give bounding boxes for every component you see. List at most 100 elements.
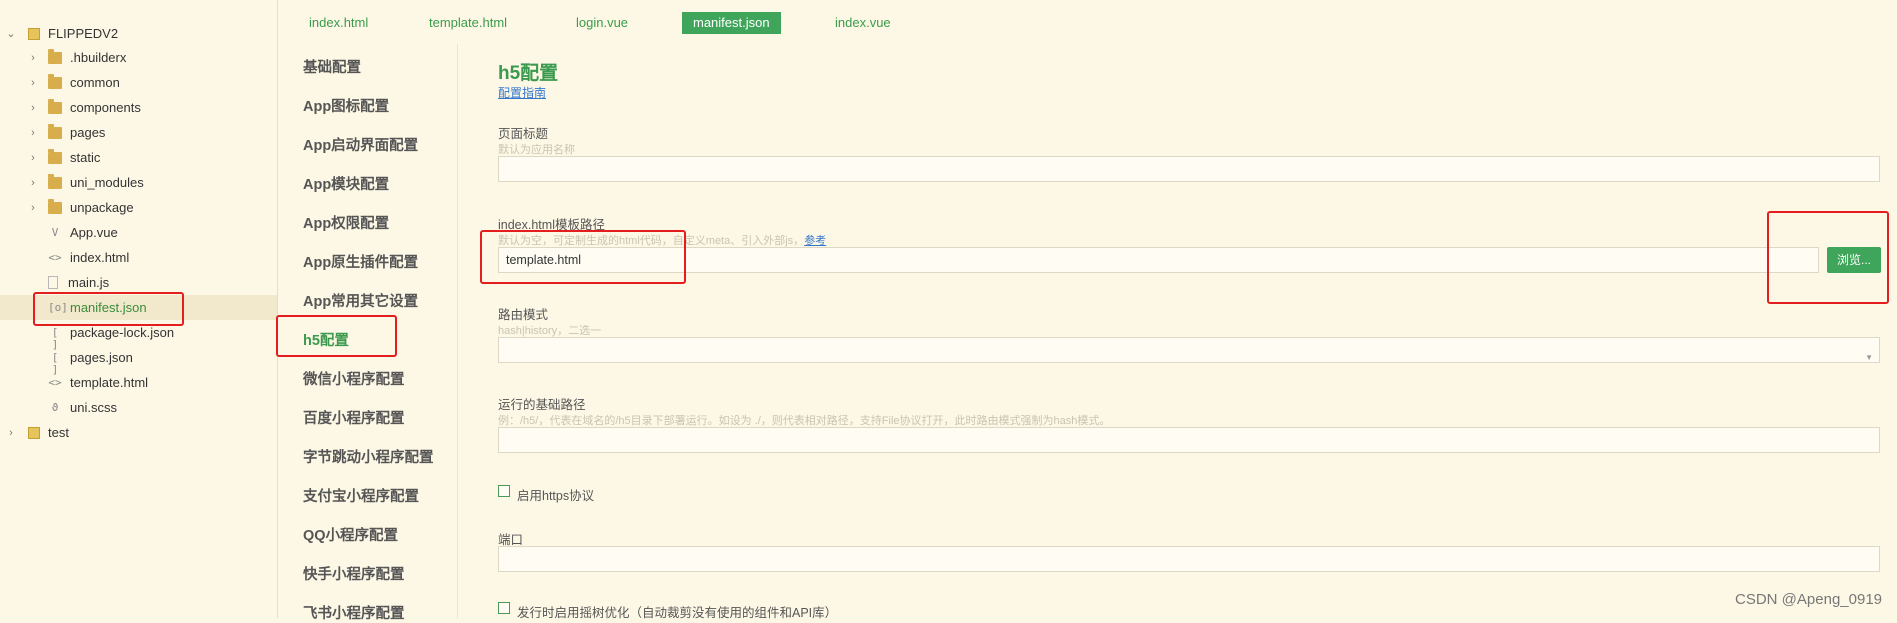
tree-item-label: unpackage bbox=[70, 200, 134, 215]
editor-tabbar: index.html template.html login.vue manif… bbox=[278, 0, 1897, 44]
chevron-right-icon[interactable]: › bbox=[26, 152, 40, 164]
tree-item-label: uni_modules bbox=[70, 175, 144, 190]
html-file-icon: <> bbox=[48, 375, 62, 389]
tree-project-label: test bbox=[48, 425, 69, 440]
tree-project-root[interactable]: ⌄ FLIPPEDV2 bbox=[0, 21, 277, 46]
chevron-down-icon[interactable]: ⌄ bbox=[4, 27, 18, 40]
tree-item-label: static bbox=[70, 150, 101, 165]
tree-shaking-checkbox-label: 发行时启用摇树优化（自动裁剪没有使用的组件和API库） bbox=[517, 606, 838, 620]
chevron-right-icon[interactable]: › bbox=[26, 52, 40, 64]
folder-icon bbox=[48, 48, 62, 64]
tree-item[interactable]: ϑ uni.scss bbox=[0, 395, 277, 420]
tree-project-label: FLIPPEDV2 bbox=[48, 26, 119, 41]
tree-item-label: components bbox=[70, 100, 141, 115]
base-path-input[interactable] bbox=[498, 427, 1880, 453]
tree-item[interactable]: › common bbox=[0, 70, 277, 95]
folder-icon bbox=[48, 73, 62, 89]
https-checkbox[interactable] bbox=[498, 485, 510, 497]
router-mode-hint: hash|history，二选一 bbox=[498, 325, 602, 337]
chevron-right-icon[interactable]: › bbox=[26, 202, 40, 214]
folder-icon bbox=[48, 123, 62, 139]
vue-file-icon: V bbox=[51, 225, 59, 239]
tree-item[interactable]: <> index.html bbox=[0, 245, 277, 270]
template-path-reference-link[interactable]: 参考 bbox=[804, 235, 826, 247]
chevron-right-icon[interactable]: › bbox=[26, 77, 40, 89]
nav-app-permission-config[interactable]: App权限配置 bbox=[303, 212, 389, 233]
tree-shaking-checkbox[interactable] bbox=[498, 602, 510, 614]
tree-item-label: template.html bbox=[70, 375, 149, 390]
folder-icon bbox=[48, 198, 62, 214]
nav-app-other-settings[interactable]: App常用其它设置 bbox=[303, 290, 418, 311]
template-path-input[interactable]: template.html bbox=[498, 247, 1819, 273]
json-file-icon: [ ] bbox=[51, 325, 59, 351]
tree-item[interactable]: › .hbuilderx bbox=[0, 45, 277, 70]
tree-item-label: package-lock.json bbox=[70, 325, 175, 340]
project-icon bbox=[28, 27, 40, 40]
nav-kuaishou-config[interactable]: 快手小程序配置 bbox=[303, 563, 405, 584]
tree-item[interactable]: V App.vue bbox=[0, 220, 277, 245]
tree-item-label: pages bbox=[70, 125, 106, 140]
port-input[interactable] bbox=[498, 546, 1880, 572]
tree-item[interactable]: <> template.html bbox=[0, 370, 277, 395]
tree-item-label: App.vue bbox=[70, 225, 118, 240]
nav-app-module-config[interactable]: App模块配置 bbox=[303, 173, 389, 194]
tree-item[interactable]: [ ] pages.json bbox=[0, 345, 277, 376]
nav-basic-config[interactable]: 基础配置 bbox=[303, 56, 361, 77]
chevron-right-icon[interactable]: › bbox=[26, 102, 40, 114]
tree-item-label: index.html bbox=[70, 250, 130, 265]
page-title-label: 页面标题 bbox=[498, 127, 549, 141]
chevron-down-icon: ▼ bbox=[1865, 353, 1873, 362]
tree-item-label: pages.json bbox=[70, 350, 133, 365]
project-icon bbox=[28, 426, 40, 439]
nav-alipay-config[interactable]: 支付宝小程序配置 bbox=[303, 485, 419, 506]
tab-manifest-json[interactable]: manifest.json bbox=[682, 12, 781, 34]
folder-icon bbox=[48, 98, 62, 114]
scss-file-icon: ϑ bbox=[51, 400, 59, 414]
page-title: h5配置 bbox=[498, 63, 559, 84]
page-title-input[interactable] bbox=[498, 156, 1880, 182]
tree-item-label: .hbuilderx bbox=[70, 50, 127, 65]
json-file-icon: [ ] bbox=[51, 350, 59, 376]
chevron-right-icon[interactable]: › bbox=[26, 177, 40, 189]
nav-baidu-config[interactable]: 百度小程序配置 bbox=[303, 407, 405, 428]
https-checkbox-label: 启用https协议 bbox=[517, 489, 595, 503]
html-file-icon: <> bbox=[48, 250, 62, 264]
base-path-label: 运行的基础路径 bbox=[498, 398, 586, 412]
router-mode-select[interactable]: ▼ bbox=[498, 337, 1880, 363]
js-file-icon bbox=[48, 276, 58, 289]
folder-icon bbox=[48, 148, 62, 164]
page-title-hint: 默认为应用名称 bbox=[498, 144, 575, 156]
tree-item[interactable]: › components bbox=[0, 95, 277, 120]
tab-index-html[interactable]: index.html bbox=[298, 12, 379, 34]
nav-toutiao-config[interactable]: 字节跳动小程序配置 bbox=[303, 446, 434, 467]
tab-template-html[interactable]: template.html bbox=[418, 12, 518, 34]
tree-item[interactable]: › static bbox=[0, 145, 277, 170]
tree-item-label: common bbox=[70, 75, 120, 90]
highlight-box-browse bbox=[1767, 211, 1889, 304]
tree-item[interactable]: › unpackage bbox=[0, 195, 277, 220]
highlight-box-h5-nav bbox=[276, 315, 397, 357]
highlight-box-template-path bbox=[480, 230, 686, 284]
tree-item-label: uni.scss bbox=[70, 400, 117, 415]
folder-icon bbox=[48, 173, 62, 189]
nav-app-native-plugin-config[interactable]: App原生插件配置 bbox=[303, 251, 418, 272]
tree-item-label: main.js bbox=[68, 275, 110, 290]
chevron-right-icon[interactable]: › bbox=[26, 127, 40, 139]
h5-config-panel: h5配置 配置指南 页面标题 默认为应用名称 index.html模板路径 默认… bbox=[458, 44, 1897, 620]
nav-feishu-config[interactable]: 飞书小程序配置 bbox=[303, 602, 405, 623]
tree-item[interactable]: › pages bbox=[0, 120, 277, 145]
highlight-box-manifest bbox=[33, 292, 184, 326]
router-mode-label: 路由模式 bbox=[498, 308, 549, 322]
nav-app-icon-config[interactable]: App图标配置 bbox=[303, 95, 389, 116]
nav-weixin-config[interactable]: 微信小程序配置 bbox=[303, 368, 405, 389]
tab-login-vue[interactable]: login.vue bbox=[565, 12, 639, 34]
nav-qq-config[interactable]: QQ小程序配置 bbox=[303, 524, 398, 545]
tree-item[interactable]: › uni_modules bbox=[0, 170, 277, 195]
chevron-right-icon[interactable]: › bbox=[4, 427, 18, 439]
nav-app-splash-config[interactable]: App启动界面配置 bbox=[303, 134, 418, 155]
watermark: CSDN @Apeng_0919 bbox=[1735, 591, 1882, 608]
base-path-hint: 例：/h5/，代表在域名的/h5目录下部署运行。如设为 ./，则代表相对路径，支… bbox=[498, 415, 1111, 427]
tab-index-vue[interactable]: index.vue bbox=[824, 12, 902, 34]
tree-project-test[interactable]: › test bbox=[0, 420, 277, 445]
config-guide-link[interactable]: 配置指南 bbox=[498, 84, 546, 101]
